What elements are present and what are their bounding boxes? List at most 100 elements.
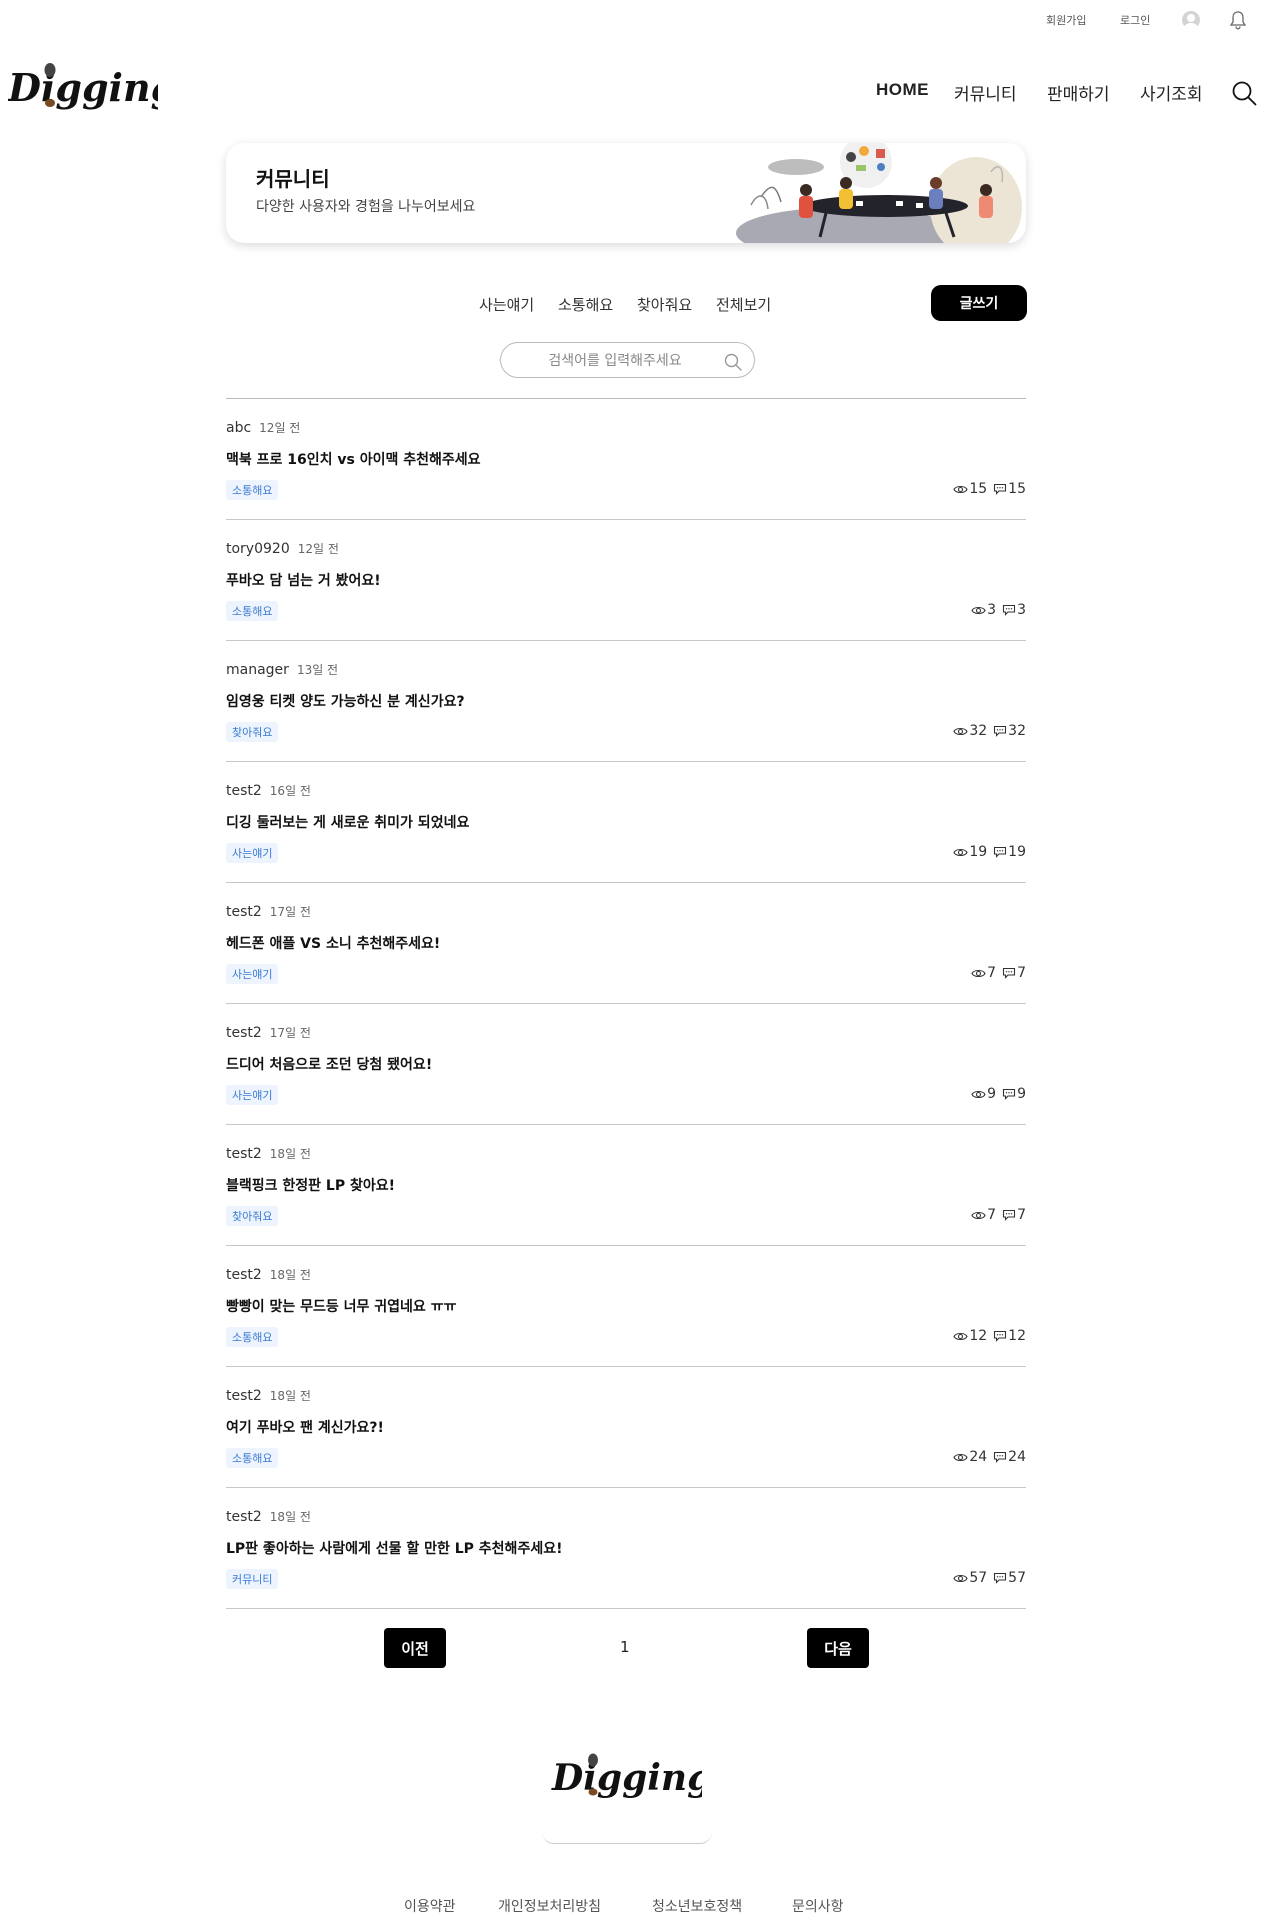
next-page-button[interactable]: 다음 <box>807 1628 869 1668</box>
post-title[interactable]: 맥북 프로 16인치 vs 아이맥 추천해주세요 <box>226 449 481 469</box>
tab-communicate[interactable]: 소통해요 <box>558 294 613 315</box>
footer-logo[interactable]: Digging <box>550 1752 712 1802</box>
write-post-button[interactable]: 글쓰기 <box>931 285 1027 321</box>
nav-community[interactable]: 커뮤니티 <box>954 80 1017 105</box>
comment-count-value: 12 <box>1008 1328 1026 1344</box>
post-item[interactable]: test2 17일 전 드디어 처음으로 조던 당첨 됐어요! 사는얘기 9 9 <box>226 1004 1026 1125</box>
post-author-line: tory0920 12일 전 <box>226 540 339 557</box>
post-title[interactable]: LP판 좋아하는 사람에게 선물 할 만한 LP 추천해주세요! <box>226 1538 562 1558</box>
tab-find[interactable]: 찾아줘요 <box>637 294 692 315</box>
post-stats: 7 7 <box>971 965 1026 981</box>
comment-count: 32 <box>993 723 1026 739</box>
view-count-value: 9 <box>987 1086 997 1102</box>
post-item[interactable]: test2 18일 전 블랙핑크 한정판 LP 찾아요! 찾아줘요 7 7 <box>226 1125 1026 1246</box>
comment-count-value: 32 <box>1008 723 1026 739</box>
post-time: 17일 전 <box>269 1026 311 1040</box>
prev-page-button[interactable]: 이전 <box>384 1628 446 1668</box>
post-item[interactable]: tory0920 12일 전 푸바오 담 넘는 거 봤어요! 소통해요 3 3 <box>226 520 1026 641</box>
footer-link-inquiry[interactable]: 문의사항 <box>792 1896 844 1916</box>
post-author-line: test2 17일 전 <box>226 1024 311 1041</box>
page-number[interactable]: 1 <box>620 1638 630 1656</box>
view-count-value: 12 <box>969 1328 988 1344</box>
post-author: abc <box>226 420 252 436</box>
banner-subtitle: 다양한 사용자와 경험을 나누어보세요 <box>256 199 476 215</box>
nav-fraud-check[interactable]: 사기조회 <box>1140 80 1203 105</box>
post-item[interactable]: test2 16일 전 디깅 둘러보는 게 새로운 취미가 되었네요 사는얘기 1… <box>226 762 1026 883</box>
post-author-line: test2 16일 전 <box>226 782 311 799</box>
login-link[interactable]: 로그인 <box>1120 12 1150 28</box>
nav-home[interactable]: HOME <box>876 80 929 100</box>
search-box <box>500 342 755 378</box>
post-category-tag: 찾아줘요 <box>226 722 279 742</box>
footer-divider <box>542 1832 712 1844</box>
post-stats: 12 12 <box>953 1328 1026 1344</box>
view-count: 3 <box>971 602 996 618</box>
view-count: 19 <box>953 844 987 860</box>
view-count: 12 <box>953 1328 987 1344</box>
post-item[interactable]: manager 13일 전 임영웅 티켓 양도 가능하신 분 계신가요? 찾아줘요… <box>226 641 1026 762</box>
eye-icon <box>953 1574 968 1582</box>
footer-link-privacy[interactable]: 개인정보처리방침 <box>498 1896 601 1916</box>
comment-icon <box>994 1330 1007 1342</box>
view-count: 7 <box>971 965 996 981</box>
post-title[interactable]: 여기 푸바오 팬 계신가요?! <box>226 1417 384 1437</box>
eye-icon <box>953 1453 968 1461</box>
post-title[interactable]: 헤드폰 애플 VS 소니 추천해주세요! <box>226 933 440 953</box>
post-time: 17일 전 <box>269 905 311 919</box>
post-item[interactable]: test2 18일 전 빵빵이 맞는 무드등 너무 귀엽네요 ㅠㅠ 소통해요 12… <box>226 1246 1026 1367</box>
view-count-value: 24 <box>969 1449 988 1465</box>
post-stats: 19 19 <box>953 844 1026 860</box>
post-author: test2 <box>226 1146 262 1162</box>
post-item[interactable]: test2 18일 전 여기 푸바오 팬 계신가요?! 소통해요 24 24 <box>226 1367 1026 1488</box>
comment-count: 7 <box>1002 965 1026 981</box>
comment-count-value: 7 <box>1017 1207 1026 1223</box>
post-title[interactable]: 디깅 둘러보는 게 새로운 취미가 되었네요 <box>226 812 469 832</box>
view-count-value: 15 <box>969 481 988 497</box>
post-author: test2 <box>226 904 262 920</box>
post-category-tag: 사는얘기 <box>226 843 279 863</box>
post-time: 12일 전 <box>259 421 301 435</box>
comment-icon <box>1003 604 1016 616</box>
eye-icon <box>953 727 968 735</box>
post-time: 16일 전 <box>269 784 311 798</box>
post-item[interactable]: test2 18일 전 LP판 좋아하는 사람에게 선물 할 만한 LP 추천해주… <box>226 1488 1026 1609</box>
eye-icon <box>971 1090 986 1098</box>
post-stats: 3 3 <box>971 602 1026 618</box>
post-title[interactable]: 푸바오 담 넘는 거 봤어요! <box>226 570 381 590</box>
post-stats: 32 32 <box>953 723 1026 739</box>
post-title[interactable]: 드디어 처음으로 조던 당첨 됐어요! <box>226 1054 432 1074</box>
post-item[interactable]: test2 17일 전 헤드폰 애플 VS 소니 추천해주세요! 사는얘기 7 7 <box>226 883 1026 1004</box>
post-author: test2 <box>226 783 262 799</box>
eye-icon <box>971 969 986 977</box>
nav-sell[interactable]: 판매하기 <box>1047 80 1110 105</box>
profile-avatar-icon[interactable] <box>1182 11 1200 29</box>
comment-icon <box>994 846 1007 858</box>
footer-link-youth-policy[interactable]: 청소년보호정책 <box>652 1896 742 1916</box>
signup-link[interactable]: 회원가입 <box>1046 12 1086 28</box>
post-author-line: manager 13일 전 <box>226 661 338 678</box>
post-author: test2 <box>226 1388 262 1404</box>
view-count-value: 3 <box>987 602 997 618</box>
search-input[interactable] <box>515 351 715 371</box>
post-time: 13일 전 <box>296 663 339 677</box>
tab-all[interactable]: 전체보기 <box>716 294 771 315</box>
view-count: 7 <box>971 1207 996 1223</box>
post-item[interactable]: abc 12일 전 맥북 프로 16인치 vs 아이맥 추천해주세요 소통해요 1… <box>226 399 1026 520</box>
footer-link-terms[interactable]: 이용약관 <box>404 1896 456 1916</box>
post-title[interactable]: 블랙핑크 한정판 LP 찾아요! <box>226 1175 395 1195</box>
view-count-value: 7 <box>987 1207 997 1223</box>
banner-illustration <box>736 143 1026 243</box>
search-icon[interactable] <box>1231 80 1257 106</box>
search-submit-icon[interactable] <box>723 352 743 372</box>
view-count: 9 <box>971 1086 996 1102</box>
post-author: test2 <box>226 1509 262 1525</box>
post-author: manager <box>226 662 289 678</box>
post-title[interactable]: 빵빵이 맞는 무드등 너무 귀엽네요 ㅠㅠ <box>226 1296 456 1316</box>
post-title[interactable]: 임영웅 티켓 양도 가능하신 분 계신가요? <box>226 691 465 711</box>
bell-icon[interactable] <box>1229 10 1247 30</box>
comment-icon <box>1003 1088 1016 1100</box>
tab-life-story[interactable]: 사는얘기 <box>479 294 534 315</box>
comment-count: 3 <box>1002 602 1026 618</box>
post-author: test2 <box>226 1025 262 1041</box>
comment-icon <box>1003 967 1016 979</box>
